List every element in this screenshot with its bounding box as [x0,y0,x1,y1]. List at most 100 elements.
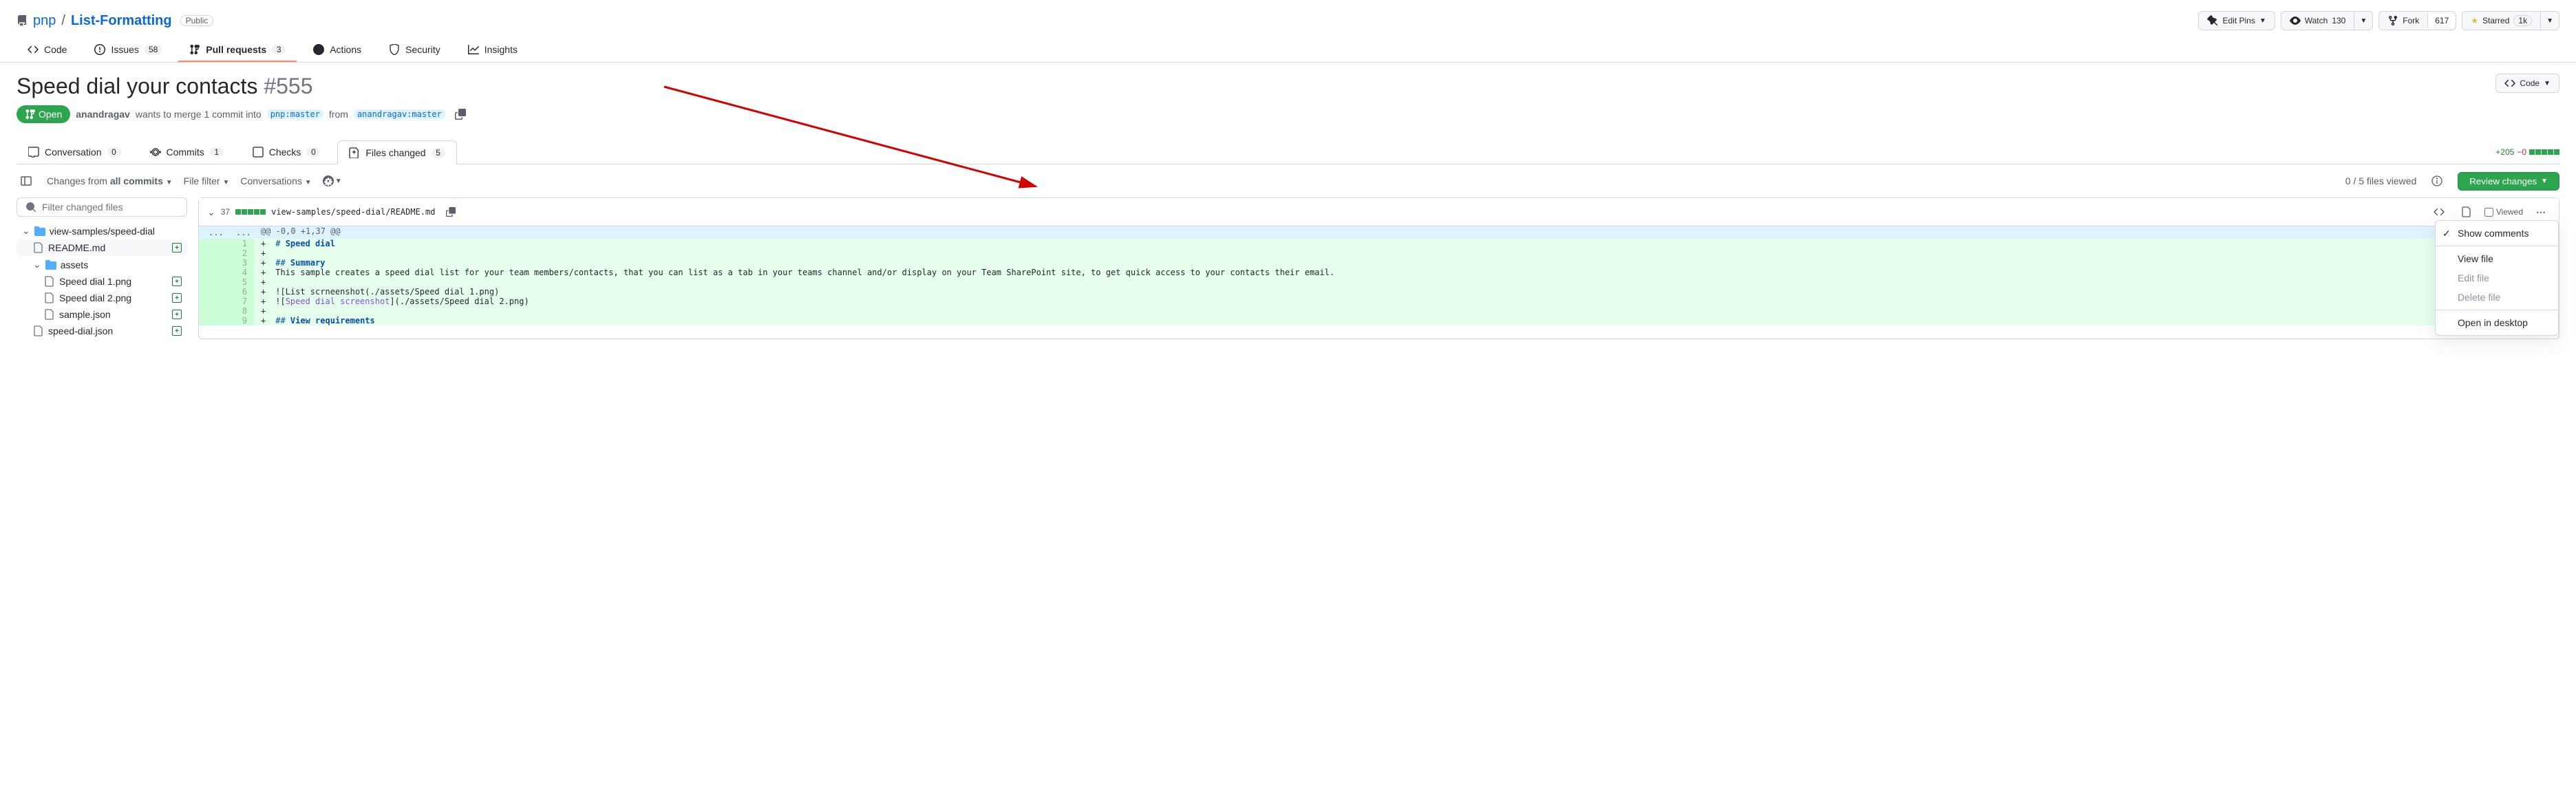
chevron-down-icon: ▼ [2259,17,2266,25]
fork-count: 617 [2427,14,2456,28]
watch-button[interactable]: Watch 130 [2281,11,2354,30]
watch-count: 130 [2332,16,2345,25]
tab-files[interactable]: Files changed 5 [337,140,456,164]
tab-commits[interactable]: Commits 1 [138,140,235,164]
diff-file-path[interactable]: view-samples/speed-dial/README.md [271,207,435,217]
tab-issues-label: Issues [111,44,138,55]
tree-label: view-samples/speed-dial [50,226,155,237]
star-label: Starred [2482,16,2509,25]
tab-actions-label: Actions [330,44,361,55]
added-badge: + [172,326,182,336]
tree-folder[interactable]: ⌄assets [17,256,187,273]
tree-file[interactable]: speed-dial.json+ [17,323,187,339]
star-dropdown[interactable]: ▼ [2540,11,2559,30]
tab-security[interactable]: Security [378,39,451,62]
gear-icon[interactable]: ▼ [323,171,342,191]
tree-folder-root[interactable]: ⌄ view-samples/speed-dial [17,222,187,239]
tab-pulls[interactable]: Pull requests 3 [178,39,297,62]
files-count: 5 [432,148,445,158]
conversations-dropdown[interactable]: Conversations ▼ [240,175,311,186]
base-branch[interactable]: pnp:master [267,109,323,119]
watch-button-group: Watch 130 ▼ [2281,11,2374,30]
additions-count: +205 [2495,147,2514,157]
pr-state-badge: Open [17,105,70,123]
menu-edit-file: Edit file [2436,268,2558,288]
tree-file[interactable]: README.md+ [17,239,187,256]
repo-actions: Edit Pins ▼ Watch 130 ▼ Fork 617 ★ Starr… [2198,11,2559,30]
edit-pins-button[interactable]: Edit Pins ▼ [2198,11,2275,30]
code-dropdown-button[interactable]: Code ▼ [2495,74,2559,93]
menu-open-desktop[interactable]: Open in desktop [2436,313,2558,332]
chevron-down-icon: ▼ [335,178,342,185]
commit-icon [150,147,161,158]
pr-author[interactable]: anandragav [76,109,130,120]
search-input[interactable] [42,202,178,213]
review-changes-label: Review changes [2469,176,2537,186]
search-icon [25,202,36,213]
eye-icon [2290,15,2301,26]
star-button[interactable]: ★ Starred 1k [2462,11,2540,30]
tree-item-label: assets [61,259,88,270]
diff-line-addition: 8+ [199,306,2559,316]
tab-actions[interactable]: Actions [302,39,372,62]
review-changes-button[interactable]: Review changes ▼ [2458,172,2559,191]
code-icon [28,44,39,55]
tab-conversation[interactable]: Conversation 0 [17,140,133,164]
collapse-icon[interactable]: ⌄ [207,206,215,218]
sidebar-toggle-icon[interactable] [17,171,36,191]
chevron-down-icon: ▼ [166,179,173,186]
commits-count: 1 [210,147,224,157]
rendered-view-icon[interactable] [2457,202,2476,222]
copy-path-icon[interactable] [441,202,460,222]
chevron-down-icon: ▼ [305,179,312,186]
tab-files-label: Files changed [365,147,425,158]
pr-title: Speed dial your contacts #555 [17,74,313,99]
chevron-down-icon: ▼ [2546,17,2553,25]
tree-file[interactable]: Speed dial 1.png+ [17,273,187,290]
edit-pins-label: Edit Pins [2222,16,2255,25]
tab-checks[interactable]: Checks 0 [241,140,332,164]
repo-owner-link[interactable]: pnp [33,13,56,29]
diffstat-blocks [235,209,266,215]
tab-issues[interactable]: Issues 58 [83,39,173,62]
tab-insights[interactable]: Insights [457,39,529,62]
changes-from-dropdown[interactable]: Changes from all commits ▼ [47,175,173,186]
viewed-checkbox-input[interactable] [2484,208,2493,217]
menu-show-comments[interactable]: ✓ Show comments [2436,224,2558,243]
comment-icon [28,147,39,158]
kebab-icon[interactable]: ⋯ [2531,202,2551,222]
diff-body: ...... @@ -0,0 +1,37 @@ 1+ # Speed dial2… [199,226,2559,325]
viewed-checkbox[interactable]: Viewed [2484,207,2523,217]
watch-dropdown[interactable]: ▼ [2354,11,2373,30]
menu-show-comments-label: Show comments [2458,228,2529,239]
fork-button[interactable]: Fork 617 [2378,11,2456,30]
conversation-count: 0 [107,147,121,157]
file-filter-dropdown[interactable]: File filter ▼ [184,175,230,186]
menu-view-file[interactable]: View file [2436,249,2558,268]
tree-item-label: Speed dial 1.png [59,276,131,287]
tab-commits-label: Commits [167,147,204,158]
tree-file[interactable]: sample.json+ [17,306,187,323]
repo-name-link[interactable]: List-Formatting [71,13,172,29]
tab-code[interactable]: Code [17,39,78,62]
graph-icon [468,44,479,55]
diff-line-addition: 3+ ## Summary [199,258,2559,268]
file-filter-search[interactable] [17,197,187,217]
diff-line-addition: 6+ ![List scrneenshot(./assets/Speed dia… [199,287,2559,297]
chevron-down-icon: ▼ [2360,17,2367,25]
copy-icon[interactable] [451,105,470,124]
source-view-icon[interactable] [2429,202,2449,222]
repo-icon [17,15,28,26]
info-icon[interactable] [2427,171,2447,191]
tree-file[interactable]: Speed dial 2.png+ [17,290,187,306]
diffstat-blocks [2529,149,2559,155]
chevron-down-icon: ▼ [2544,80,2551,87]
diff-line-addition: 2+ [199,248,2559,258]
check-icon: ✓ [2442,228,2451,239]
diff-line-addition: 4+ This sample creates a speed dial list… [199,268,2559,277]
chevron-down-icon: ⌄ [22,225,30,237]
diff-hunk-header: ...... @@ -0,0 +1,37 @@ [199,226,2559,239]
changes-from-value: all commits [110,175,163,186]
tab-checks-label: Checks [269,147,301,158]
head-branch[interactable]: anandragav:master [354,109,445,119]
